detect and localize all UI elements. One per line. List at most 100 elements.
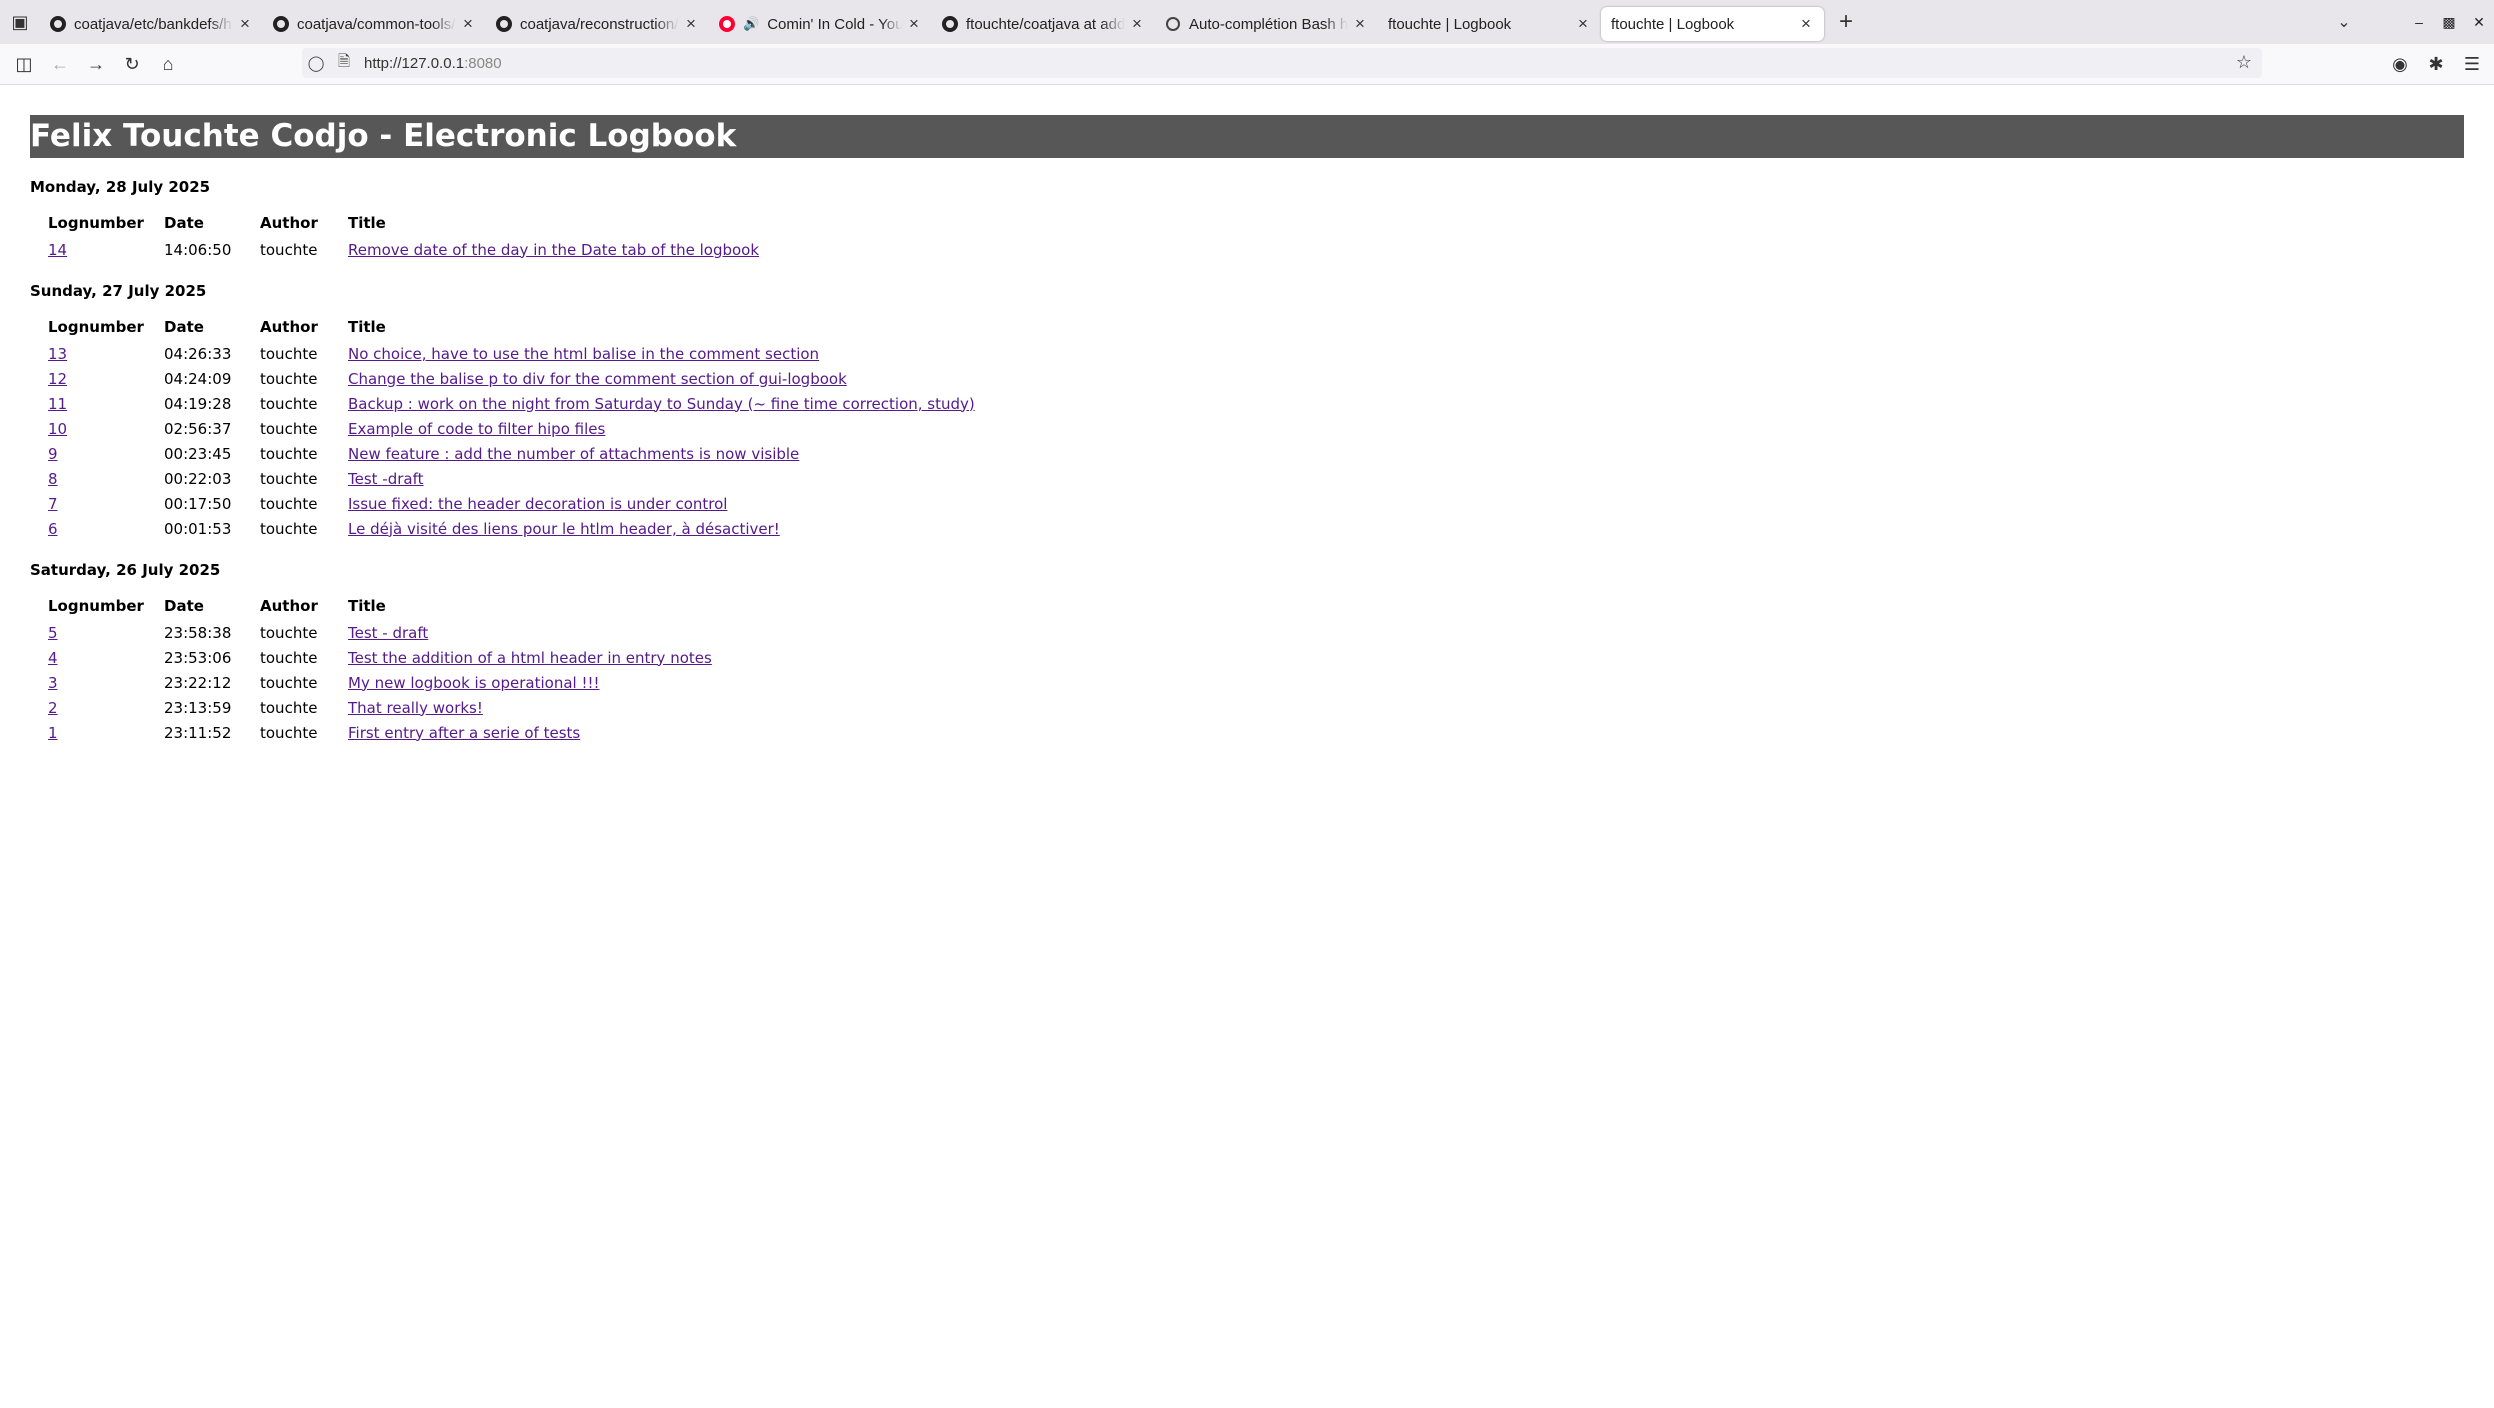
forward-button[interactable]: → (78, 46, 114, 82)
close-window-button[interactable]: ✕ (2464, 14, 2494, 31)
lognumber-cell: 11 (43, 391, 164, 416)
page-title: Felix Touchte Codjo - Electronic Logbook (30, 115, 2464, 158)
day-heading: Sunday, 27 July 2025 (30, 282, 207, 300)
entry-title-link[interactable]: No choice, have to use the html balise i… (348, 345, 819, 363)
lognumber-link[interactable]: 1 (48, 724, 58, 742)
lognumber-link[interactable]: 10 (48, 420, 67, 438)
speaker-icon[interactable]: 🔊 (743, 16, 759, 32)
tab-bar: ▣ coatjava/etc/bankdefs/hipo4×coatjava/c… (0, 0, 2494, 44)
tab-close-icon[interactable]: × (683, 14, 699, 34)
lognumber-link[interactable]: 2 (48, 699, 58, 717)
lognumber-cell: 1 (43, 720, 164, 745)
firefox-view-icon[interactable]: ▣ (0, 0, 40, 44)
table-header-row: Lognumber Date Author Title (43, 212, 759, 237)
toolbar-right: ◉ ✱ ☰ (2382, 46, 2490, 82)
table-row: 14 14:06:50 touchte Remove date of the day … (43, 237, 759, 262)
author-cell: touchte (260, 494, 318, 513)
browser-tab[interactable]: Auto-complétion Bash history× (1155, 7, 1378, 41)
entry-title-link[interactable]: Example of code to filter hipo files (348, 420, 605, 438)
entry-title-link[interactable]: New feature : add the number of attachme… (348, 445, 799, 463)
time-cell: 04:19:28 (164, 394, 232, 413)
page-info-icon[interactable]: 🗎 (330, 51, 358, 76)
back-button[interactable]: ← (42, 46, 78, 82)
extensions-puzzle-icon[interactable]: ✱ (2418, 46, 2454, 82)
account-icon[interactable]: ◉ (2382, 46, 2418, 82)
author-cell: touchte (260, 723, 318, 742)
lognumber-cell: 6 (43, 516, 164, 541)
tab-close-icon[interactable]: × (237, 14, 253, 34)
logbook-days: Monday, 28 July 2025 Lognumber Date Author T… (0, 178, 2494, 745)
browser-tab[interactable]: ftouchte | Logbook × (1378, 7, 1601, 41)
title-cell: Test - draft (348, 620, 712, 645)
lognumber-link[interactable]: 11 (48, 395, 67, 413)
author-cell: touchte (260, 419, 318, 438)
lognumber-link[interactable]: 7 (48, 495, 58, 513)
author-cell: touchte (260, 673, 318, 692)
lognumber-cell: 14 (43, 237, 164, 262)
log-table: Lognumber Date Author Title 5 23:58:38 touchte… (43, 595, 712, 745)
author-cell: touchte (260, 240, 318, 259)
bookmark-star-icon[interactable]: ☆ (2236, 52, 2252, 73)
lognumber-link[interactable]: 5 (48, 624, 58, 642)
entry-title-link[interactable]: Le déjà visité des liens pour le htlm he… (348, 520, 780, 538)
tab-close-icon[interactable]: × (1129, 14, 1145, 34)
column-header-title: Title (348, 596, 386, 615)
title-cell: Backup : work on the night from Saturday… (348, 391, 975, 416)
entry-title-link[interactable]: Test the addition of a html header in en… (348, 649, 712, 667)
entry-title-link[interactable]: Test -draft (348, 470, 424, 488)
browser-tab[interactable]: coatjava/etc/bankdefs/hipo4× (40, 7, 263, 41)
new-tab-button[interactable]: + (1828, 8, 1864, 36)
lognumber-link[interactable]: 12 (48, 370, 67, 388)
table-row: 6 00:01:53 touchte Le déjà visité des liens… (43, 516, 975, 541)
tab-strip: coatjava/etc/bankdefs/hipo4×coatjava/com… (40, 3, 1824, 41)
browser-tab[interactable]: coatjava/reconstruction/alert× (486, 7, 709, 41)
lognumber-link[interactable]: 13 (48, 345, 67, 363)
sidebar-toggle-icon[interactable]: ◫ (6, 46, 42, 82)
reload-button[interactable]: ↻ (114, 46, 150, 82)
column-header-date: Date (164, 596, 204, 615)
github-icon (942, 16, 958, 32)
tab-close-icon[interactable]: × (1352, 14, 1368, 34)
browser-tab[interactable]: ftouchte/coatjava at add/× (932, 7, 1155, 41)
entry-title-link[interactable]: Backup : work on the night from Saturday… (348, 395, 975, 413)
app-menu-hamburger-icon[interactable]: ☰ (2454, 46, 2490, 82)
browser-tab[interactable]: ftouchte | Logbook × (1601, 7, 1824, 41)
list-all-tabs-chevron-icon[interactable]: ⌄ (2324, 12, 2364, 32)
browser-tab[interactable]: 🔊 Comin' In Cold - YouTube× (709, 7, 932, 41)
time-cell: 23:22:12 (164, 673, 232, 692)
entry-title-link[interactable]: Change the balise p to div for the comme… (348, 370, 847, 388)
title-cell: Test -draft (348, 466, 975, 491)
table-row: 13 04:26:33 touchte No choice, have to use … (43, 341, 975, 366)
title-cell: No choice, have to use the html balise i… (348, 341, 975, 366)
lognumber-link[interactable]: 3 (48, 674, 58, 692)
entry-title-link[interactable]: My new logbook is operational !!! (348, 674, 600, 692)
lognumber-link[interactable]: 8 (48, 470, 58, 488)
tab-close-icon[interactable]: × (1798, 14, 1814, 34)
tab-close-icon[interactable]: × (460, 14, 476, 34)
url-text[interactable]: http://127.0.0.1:8080 (364, 55, 502, 72)
time-cell: 23:53:06 (164, 648, 232, 667)
title-cell: Test the addition of a html header in en… (348, 645, 712, 670)
url-bar[interactable]: ◯ 🗎 http://127.0.0.1:8080 ☆ (302, 48, 2262, 78)
tab-title: coatjava/common-tools/clas (297, 15, 456, 33)
title-cell: Remove date of the day in the Date tab o… (348, 237, 759, 262)
lognumber-cell: 12 (43, 366, 164, 391)
time-cell: 04:26:33 (164, 344, 232, 363)
lognumber-link[interactable]: 4 (48, 649, 58, 667)
time-cell: 04:24:09 (164, 369, 232, 388)
lognumber-link[interactable]: 14 (48, 241, 67, 259)
entry-title-link[interactable]: That really works! (348, 699, 483, 717)
tab-close-icon[interactable]: × (1575, 14, 1591, 34)
tracking-protection-shield-icon[interactable]: ◯ (302, 54, 330, 72)
lognumber-link[interactable]: 9 (48, 445, 58, 463)
entry-title-link[interactable]: First entry after a serie of tests (348, 724, 580, 742)
lognumber-link[interactable]: 6 (48, 520, 58, 538)
entry-title-link[interactable]: Test - draft (348, 624, 428, 642)
entry-title-link[interactable]: Issue fixed: the header decoration is un… (348, 495, 727, 513)
entry-title-link[interactable]: Remove date of the day in the Date tab o… (348, 241, 759, 259)
minimize-window-button[interactable]: – (2404, 14, 2434, 30)
maximize-window-button[interactable]: ▩ (2434, 14, 2464, 31)
home-button[interactable]: ⌂ (150, 46, 186, 82)
browser-tab[interactable]: coatjava/common-tools/clas× (263, 7, 486, 41)
tab-close-icon[interactable]: × (906, 14, 922, 34)
